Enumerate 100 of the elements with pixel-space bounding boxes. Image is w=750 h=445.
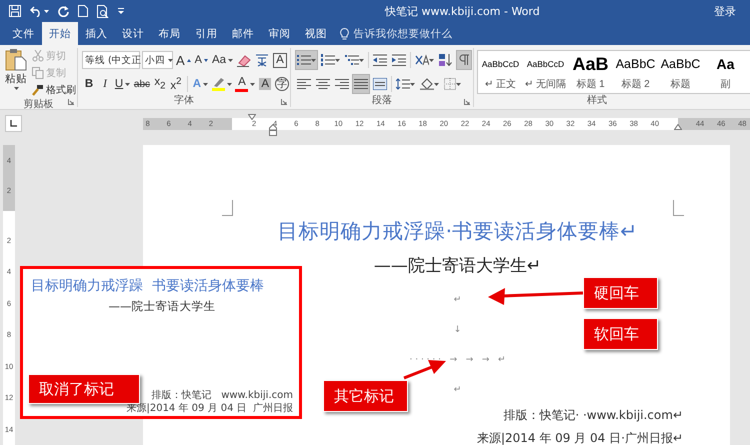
callout-label: 硬回车 (583, 277, 658, 309)
caret-icon (44, 10, 49, 12)
callout-label: 其它标记 (323, 380, 408, 412)
sign-in-link[interactable]: 登录 (708, 2, 750, 20)
align-left-icon (297, 78, 311, 90)
window-title: 快笔记 www.kbiji.com - Word (385, 4, 541, 18)
change-case-button[interactable]: Aa (211, 50, 234, 70)
pointer-arrow (403, 360, 446, 380)
tell-me-search[interactable]: 告诉我你想要做什么 (353, 26, 452, 40)
bold-button[interactable]: B (82, 74, 96, 94)
tab-selector-button[interactable] (5, 115, 22, 132)
formatting-mark: ↵ (454, 385, 462, 395)
style-item[interactable]: AaBbC 标题 (658, 51, 703, 93)
document-subtitle: ——院士寄语大学生↵ (372, 255, 542, 277)
pilcrow-icon (458, 54, 470, 66)
ribbon-tab[interactable]: 审阅 (261, 22, 298, 45)
phonetic-guide-icon (255, 53, 270, 67)
font-size-field[interactable]: 小四 (142, 51, 173, 69)
footer-line: 来源|2014 年 09 月 04 日·广州日报↵ (476, 431, 683, 445)
bullet-list-icon (297, 54, 311, 66)
dialog-launcher-icon (68, 99, 74, 105)
copy-icon (32, 67, 44, 79)
group-label: 字体 (173, 94, 195, 107)
justify-button[interactable] (352, 74, 370, 94)
eraser-icon (237, 54, 252, 66)
justify-icon (354, 78, 368, 90)
ribbon-tab[interactable]: 文件 (5, 22, 42, 45)
font-color-button[interactable]: A (234, 74, 256, 94)
shrink-button[interactable]: A (194, 50, 210, 70)
lightbulb-icon (340, 28, 350, 40)
format-painter-button[interactable]: 格式刷 (32, 82, 76, 98)
redo-icon (58, 6, 69, 16)
customize-toolbar-icon (118, 8, 124, 14)
underline-button[interactable]: U (114, 74, 132, 94)
caret-icon (14, 87, 18, 90)
subscript-button[interactable]: x$_{2}$ (152, 74, 167, 94)
multilevel-list-icon (345, 54, 359, 66)
dialog-launcher-icon (281, 99, 287, 105)
document-title: 目标明确力戒浮躁·书要读活身体要棒↵ (276, 218, 638, 244)
paintbrush-icon (32, 84, 44, 96)
caret-icon (359, 58, 364, 62)
style-item[interactable]: Aa 副 (703, 51, 748, 93)
group-label: 段落 (371, 94, 393, 107)
paint-bucket-icon (420, 78, 434, 90)
inset-footer-line: 来源|2014 年 09 月 04 日 广州日报 (126, 402, 293, 415)
paste-button[interactable]: 粘贴 (0, 48, 32, 98)
font-name-field[interactable]: 等线 (中文正 (82, 51, 140, 69)
up-caret-icon (186, 58, 191, 62)
numbered-list-icon (321, 54, 335, 66)
undo-icon (30, 6, 42, 16)
highlighter-icon (212, 77, 225, 87)
crop-mark (222, 200, 233, 216)
inset-subtitle: ——院士寄语大学生 (108, 299, 216, 314)
formatting-mark: ↵ (454, 295, 462, 305)
caret-icon (250, 82, 256, 86)
superscript-button[interactable]: x$^{2}$ (168, 74, 183, 94)
sort-icon (439, 54, 453, 66)
caret-icon (410, 82, 415, 86)
ribbon-tab[interactable]: 邮件 (224, 22, 262, 45)
ribbon-tab[interactable]: 插入 (78, 22, 115, 45)
ribbon-tab[interactable]: 设计 (114, 22, 152, 45)
ribbon-tab[interactable]: 开始 (42, 22, 78, 45)
inset-footer-line: 排版：快笔记 www.kbiji.com (152, 389, 293, 402)
ribbon-tab[interactable]: 布局 (151, 22, 188, 45)
dialog-launcher-icon (464, 99, 470, 105)
formatting-mark: ↓ (454, 325, 462, 335)
caret-icon (226, 82, 232, 86)
save-icon (9, 5, 21, 17)
borders-icon (444, 78, 456, 90)
caret-icon (203, 82, 208, 86)
bullets-button[interactable] (295, 50, 318, 70)
caret-icon (125, 82, 130, 86)
char-border-button[interactable]: A (272, 50, 288, 70)
strikethrough-button[interactable]: abc (133, 74, 151, 94)
caret-icon (429, 58, 434, 62)
new-document-icon (78, 5, 88, 17)
style-item[interactable]: AaBbC 标题 2 (613, 51, 658, 93)
style-item[interactable]: AaBbCcD ↵ 无间隔 (523, 51, 568, 93)
ribbon-tab[interactable]: 视图 (298, 22, 334, 45)
style-item[interactable]: AaBbCcD ↵ 正文 (478, 51, 523, 93)
caret-icon (434, 82, 439, 86)
style-item[interactable]: AaB 标题 1 (568, 51, 613, 93)
grow-button[interactable]: A (175, 50, 192, 70)
decrease-indent-icon (373, 54, 387, 66)
asian-layout-icon (415, 54, 429, 66)
formatting-mark: · · · · · · → → → ↵ (410, 355, 506, 365)
crop-mark (673, 200, 684, 216)
left-tab-icon (10, 120, 17, 127)
clipboard-icon (5, 48, 27, 71)
show-marks-button[interactable] (456, 50, 472, 70)
group-label: 样式 (586, 94, 608, 107)
caret-icon (335, 58, 340, 62)
line-spacing-icon (396, 78, 410, 90)
italic-button[interactable]: I (98, 74, 112, 94)
callout-label: 取消了标记 (28, 374, 140, 404)
group-label: 剪贴板 (22, 98, 54, 111)
print-preview-icon (97, 4, 109, 18)
caret-icon (456, 82, 461, 86)
down-caret-icon (204, 58, 208, 62)
ribbon-tab[interactable]: 引用 (188, 22, 225, 45)
